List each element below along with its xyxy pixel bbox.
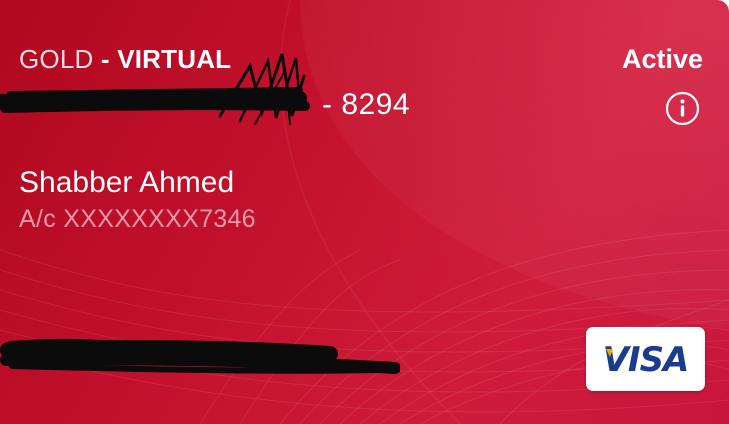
info-button[interactable] bbox=[665, 91, 700, 126]
card-tier: GOLD - VIRTUAL bbox=[19, 44, 231, 75]
tier-type: VIRTUAL bbox=[117, 44, 232, 74]
card-network-badge: VISA bbox=[586, 327, 705, 391]
tier-label: GOLD bbox=[19, 44, 94, 74]
info-circle-icon bbox=[665, 91, 700, 126]
tier-separator: - bbox=[93, 44, 118, 74]
card-number: - 8294 bbox=[0, 53, 440, 126]
redacted-card-details bbox=[0, 338, 400, 374]
card-status: Active bbox=[621, 44, 703, 74]
account-number: A/c XXXXXXXX7346 bbox=[19, 205, 256, 233]
visa-accent bbox=[606, 349, 613, 357]
virtual-card[interactable]: GOLD - VIRTUAL Active - 8294 Shabber Ahm… bbox=[0, 0, 729, 424]
card-number-suffix: - 8294 bbox=[322, 88, 411, 121]
card-holder-name: Shabber Ahmed bbox=[19, 166, 235, 199]
